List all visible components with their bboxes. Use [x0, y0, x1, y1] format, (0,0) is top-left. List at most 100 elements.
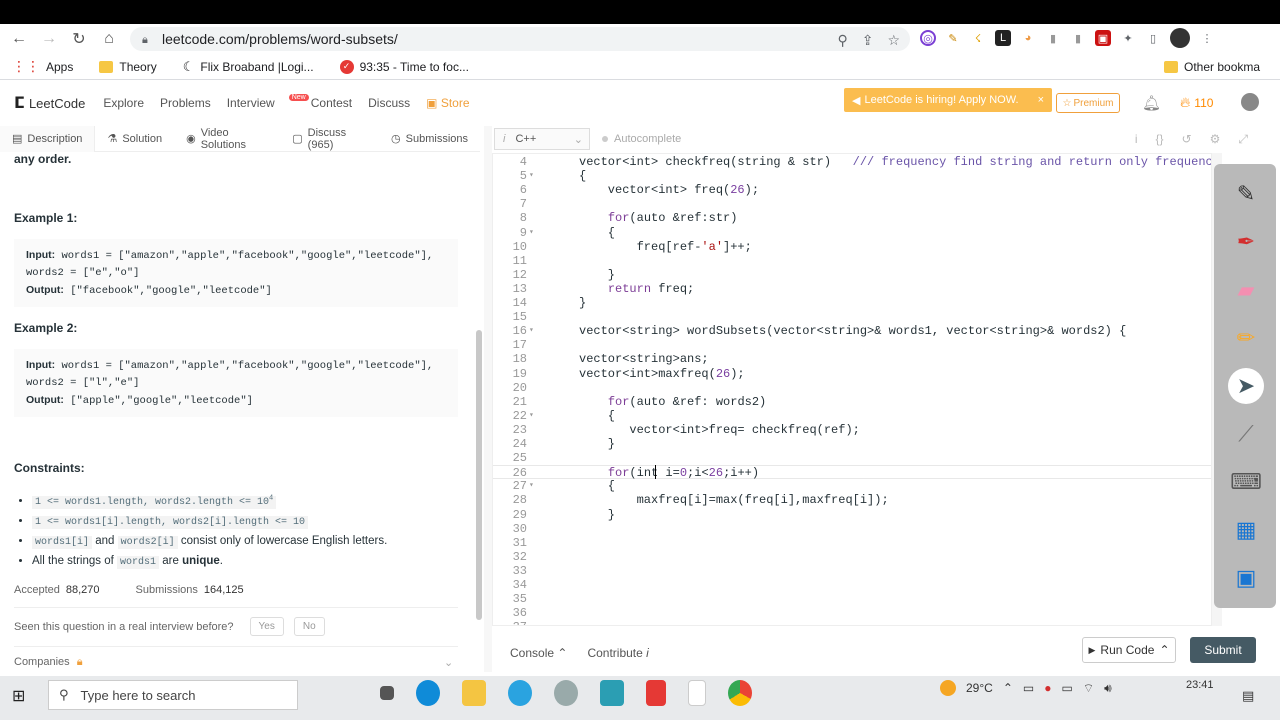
- nav-problems[interactable]: Problems: [160, 96, 211, 110]
- code-line[interactable]: 12 }: [493, 268, 1211, 282]
- code-line[interactable]: 28 maxfreq[i]=max(freq[i],maxfreq[i]);: [493, 493, 1211, 507]
- extension-icon[interactable]: ▮: [1070, 30, 1086, 46]
- code-line[interactable]: 9 ▾ {: [493, 226, 1211, 240]
- profile-avatar[interactable]: [1170, 28, 1190, 48]
- code-line[interactable]: 10 freq[ref-'a']++;: [493, 240, 1211, 254]
- contribute-button[interactable]: Contribute i: [587, 646, 648, 660]
- file-explorer-icon[interactable]: [462, 680, 486, 706]
- code-line[interactable]: 33: [493, 564, 1211, 578]
- taskbar-clock[interactable]: 23:41: [1186, 678, 1214, 692]
- puzzle-icon[interactable]: ✦: [1120, 30, 1136, 46]
- tab-video-solutions[interactable]: ◉ Video Solutions: [174, 126, 280, 152]
- sidebar-icon[interactable]: ▯: [1145, 30, 1161, 46]
- companies-row[interactable]: Companies 🔒︎ ⌄: [14, 656, 453, 669]
- task-view-icon[interactable]: [380, 686, 394, 700]
- volume-icon[interactable]: 🔊︎: [1104, 681, 1112, 696]
- close-icon[interactable]: ×: [1038, 94, 1044, 106]
- code-line[interactable]: 34: [493, 578, 1211, 592]
- notifications-icon[interactable]: ▤: [1242, 688, 1254, 704]
- edge-icon[interactable]: [416, 680, 440, 706]
- extension-icon[interactable]: ☇: [970, 30, 986, 46]
- tab-discuss[interactable]: ▢ Discuss (965): [280, 126, 379, 152]
- code-line[interactable]: 5 ▾ {: [493, 169, 1211, 183]
- tab-solution[interactable]: ⚗ Solution: [95, 126, 174, 152]
- no-button[interactable]: No: [293, 617, 325, 636]
- streak-counter[interactable]: 🔥︎ 110: [1180, 94, 1213, 111]
- fold-arrow-icon[interactable]: ▾: [529, 169, 534, 183]
- fold-arrow-icon[interactable]: ▾: [529, 324, 534, 338]
- zoom-icon[interactable]: ⚲: [837, 32, 847, 49]
- code-line[interactable]: 16 ▾ vector<string> wordSubsets(vector<str…: [493, 324, 1211, 338]
- fold-arrow-icon[interactable]: ▾: [529, 226, 534, 240]
- code-line[interactable]: 21 for(auto &ref: words2): [493, 395, 1211, 409]
- code-line[interactable]: 27 ▾ {: [493, 479, 1211, 493]
- user-avatar[interactable]: [1241, 93, 1259, 111]
- extension-icon[interactable]: ✎: [945, 30, 961, 46]
- code-line[interactable]: 30: [493, 522, 1211, 536]
- notepad-icon[interactable]: [688, 680, 706, 706]
- pointer-icon[interactable]: ➤: [1228, 368, 1264, 404]
- battery-icon[interactable]: ▭: [1061, 681, 1072, 695]
- bookmark-flix[interactable]: ☾ Flix Broaband |Logi...: [183, 59, 314, 75]
- code-editor[interactable]: 4 vector<int> checkfreq(string & str) ///…: [492, 153, 1212, 626]
- code-line[interactable]: 13 return freq;: [493, 282, 1211, 296]
- code-line[interactable]: 37: [493, 620, 1211, 625]
- leetcode-logo[interactable]: ⵎ LeetCode: [14, 93, 85, 113]
- chrome-icon[interactable]: [728, 680, 752, 706]
- bell-icon[interactable]: 🔔︎: [1142, 94, 1161, 112]
- nav-contest[interactable]: Contest: [311, 96, 352, 110]
- code-line[interactable]: 25: [493, 451, 1211, 465]
- nav-discuss[interactable]: Discuss: [368, 96, 410, 110]
- share-icon[interactable]: ⇪: [862, 32, 874, 49]
- premium-button[interactable]: ☆ Premium: [1056, 93, 1120, 113]
- code-line[interactable]: 19 vector<int>maxfreq(26);: [493, 367, 1211, 381]
- code-line[interactable]: 32: [493, 550, 1211, 564]
- language-select[interactable]: i C++ ⌄: [494, 128, 590, 150]
- notepad-pen-icon[interactable]: ✎: [1230, 178, 1262, 210]
- keyboard-icon[interactable]: ⌨: [1230, 466, 1262, 498]
- nav-store[interactable]: ▣ Store: [426, 96, 469, 110]
- console-button[interactable]: Console ⌃: [510, 646, 567, 660]
- yes-button[interactable]: Yes: [249, 617, 284, 636]
- star-icon[interactable]: ☆: [887, 32, 900, 49]
- app-icon[interactable]: [554, 680, 578, 706]
- code-line[interactable]: 20: [493, 381, 1211, 395]
- code-line[interactable]: 24 }: [493, 437, 1211, 451]
- code-line[interactable]: 15: [493, 310, 1211, 324]
- tray-icon[interactable]: ▭: [1023, 681, 1034, 695]
- code-line[interactable]: 26 for(int i=0;i<26;i++): [493, 465, 1211, 480]
- code-line[interactable]: 23 vector<int>freq= checkfreq(ref);: [493, 423, 1211, 437]
- extension-icon[interactable]: L: [995, 30, 1011, 46]
- info-icon[interactable]: i: [1135, 132, 1138, 147]
- extension-icon[interactable]: ▮: [1045, 30, 1061, 46]
- code-line[interactable]: 11: [493, 254, 1211, 268]
- address-bar[interactable]: 🔒︎ leetcode.com/problems/word-subsets/ ⚲…: [130, 27, 910, 51]
- code-line[interactable]: 4 vector<int> checkfreq(string & str) ///…: [493, 155, 1211, 169]
- weather-temp[interactable]: 29°C: [966, 681, 993, 695]
- fullscreen-icon[interactable]: ⤢: [1238, 132, 1248, 147]
- bookmark-other[interactable]: Other bookma: [1164, 60, 1260, 74]
- code-line[interactable]: 8 for(auto &ref:str): [493, 211, 1211, 225]
- bookmark-theory[interactable]: Theory: [99, 60, 157, 74]
- chevron-up-icon[interactable]: ⌃: [1003, 681, 1013, 695]
- screen-icon[interactable]: ▣: [1230, 562, 1262, 594]
- pen-icon[interactable]: ✒: [1230, 226, 1262, 258]
- code-line[interactable]: 7: [493, 197, 1211, 211]
- eraser-icon[interactable]: ▰: [1230, 274, 1262, 306]
- tab-description[interactable]: ▤ Description: [0, 125, 96, 152]
- reset-icon[interactable]: ↺: [1182, 132, 1192, 147]
- settings-icon[interactable]: ⚙: [1210, 132, 1221, 147]
- run-code-button[interactable]: ▶ Run Code ⌃: [1082, 637, 1176, 663]
- hiring-banner[interactable]: ◀ LeetCode is hiring! Apply NOW. ×: [844, 88, 1052, 112]
- code-line[interactable]: 6 vector<int> freq(26);: [493, 183, 1211, 197]
- tab-submissions[interactable]: ◷ Submissions: [379, 126, 480, 152]
- description-scrollbar[interactable]: [476, 330, 482, 620]
- extension-icon[interactable]: ◕: [1020, 30, 1036, 46]
- tray-icon[interactable]: ●: [1044, 681, 1051, 695]
- panel-splitter[interactable]: [484, 126, 492, 672]
- extension-icon[interactable]: ▣: [1095, 30, 1111, 46]
- code-line[interactable]: 22 ▾ {: [493, 409, 1211, 423]
- snip-icon[interactable]: [646, 680, 666, 706]
- code-line[interactable]: 14}: [493, 296, 1211, 310]
- telegram-icon[interactable]: [508, 680, 532, 706]
